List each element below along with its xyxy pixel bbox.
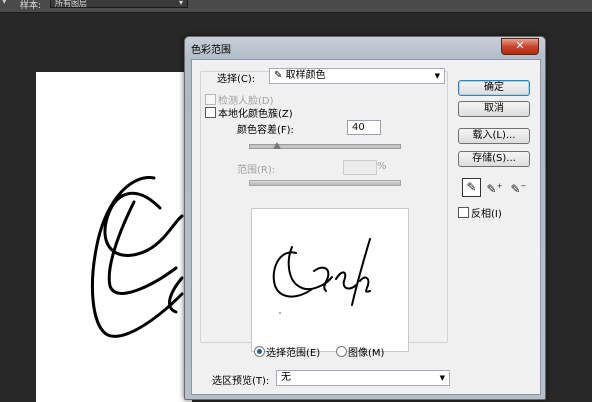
selection-preview-value: 无 [281,372,291,383]
cancel-button[interactable]: 取消 [458,101,530,117]
sample-label: 样本: [20,1,42,11]
fuzziness-slider-thumb[interactable] [273,142,281,149]
dropdown-arrow-icon: ▼ [439,374,445,382]
sample-select-value: 所有图层 [55,0,87,8]
range-label: 范围(R): [237,165,276,176]
selection-preview-label: 选区预览(T): [212,376,270,387]
sample-select[interactable]: 所有图层 ▾ [50,0,188,8]
eyedropper-icon[interactable]: ✎ [462,178,481,197]
localized-clusters-label: 本地化颜色簇(Z) [218,109,293,120]
close-icon: ✕ [515,39,525,52]
dropdown-arrow-icon[interactable]: ▾ [2,0,7,7]
close-button[interactable]: ✕ [501,38,539,55]
radio-selection[interactable] [254,346,265,357]
eyedropper-plus-icon[interactable]: ✎+ [486,178,503,196]
dropdown-arrow-icon: ▼ [434,72,440,80]
options-bar: ▾ 样本: 所有图层 ▾ [0,0,592,13]
radio-selection-label: 选择范围(E) [266,348,321,359]
select-value: 取样颜色 [285,70,326,81]
range-unit: % [377,161,387,172]
localized-clusters-checkbox[interactable] [205,107,216,118]
selection-preview-image [251,208,409,352]
chevron-down-icon: ▾ [178,0,183,7]
color-range-dialog: 色彩范围 ✕ 选择(C): ✎ 取样颜色 ▼ 检测人脸(D) 本地化颜色簇(Z)… [184,36,546,400]
dialog-titlebar[interactable]: 色彩范围 ✕ [185,37,545,59]
selection-preview-select[interactable]: 无 ▼ [276,370,450,386]
select-label: 选择(C): [217,74,256,85]
select-dropdown[interactable]: ✎ 取样颜色 ▼ [269,68,445,84]
dialog-title: 色彩范围 [191,45,231,56]
signature-image [90,176,184,338]
preview-signature [272,238,371,314]
fuzziness-label: 颜色容差(F): [237,125,294,136]
load-button[interactable]: 载入(L)... [458,128,530,144]
fuzziness-value: 40 [352,122,365,133]
dialog-body: 选择(C): ✎ 取样颜色 ▼ 检测人脸(D) 本地化颜色簇(Z) 颜色容差(F… [191,59,541,395]
radio-image[interactable] [336,346,347,357]
save-button[interactable]: 存储(S)... [458,151,530,167]
invert-label: 反相(I) [471,209,502,220]
range-input [343,160,377,175]
options-group: 选择(C): ✎ 取样颜色 ▼ 检测人脸(D) 本地化颜色簇(Z) 颜色容差(F… [200,68,448,352]
document-canvas[interactable] [36,72,192,402]
eyedropper-icon: ✎ [274,70,283,81]
range-slider [249,180,401,186]
eyedropper-minus-icon[interactable]: ✎− [510,178,527,196]
invert-checkbox[interactable] [458,207,469,218]
radio-image-label: 图像(M) [348,348,385,359]
ok-button[interactable]: 确定 [458,80,530,96]
fuzziness-slider[interactable] [249,144,401,149]
fuzziness-input[interactable]: 40 [347,120,381,135]
detect-faces-checkbox [205,94,216,105]
